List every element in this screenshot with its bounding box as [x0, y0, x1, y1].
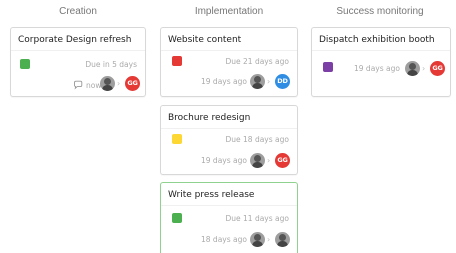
- label-color-red: [172, 56, 182, 66]
- assignee-badge[interactable]: GG: [275, 153, 290, 168]
- label-color-green: [20, 59, 30, 69]
- label-color-yellow: [172, 134, 182, 144]
- label-color-green: [172, 213, 182, 223]
- due-date: Due 11 days ago: [225, 214, 290, 223]
- divider: [161, 50, 297, 51]
- due-date: Due in 5 days: [85, 60, 137, 69]
- chevron-right-icon: ›: [117, 79, 121, 88]
- assignee-badge[interactable]: DD: [275, 74, 290, 89]
- activity-time: 19 days ago: [201, 156, 247, 165]
- chevron-right-icon: ›: [267, 156, 271, 165]
- card-brochure-redesign[interactable]: Brochure redesign Due 18 days ago 19 day…: [160, 105, 298, 175]
- assignee-badge[interactable]: GG: [125, 76, 140, 91]
- card-website-content[interactable]: Website content Due 21 days ago 19 days …: [160, 27, 298, 97]
- card-title: Corporate Design refresh: [18, 35, 132, 45]
- user-avatar[interactable]: [100, 76, 115, 91]
- user-avatar[interactable]: [250, 232, 265, 247]
- user-avatar[interactable]: [405, 61, 420, 76]
- divider: [11, 50, 145, 51]
- comment-icon[interactable]: [73, 80, 83, 90]
- user-avatar-secondary[interactable]: [275, 232, 290, 247]
- column-title-implementation: Implementation: [194, 6, 264, 17]
- due-date: Due 21 days ago: [225, 57, 290, 66]
- divider: [161, 205, 297, 206]
- label-color-purple: [323, 62, 333, 72]
- activity-time: 18 days ago: [201, 235, 247, 244]
- card-write-press-release[interactable]: Write press release Due 11 days ago 18 d…: [160, 182, 298, 253]
- card-title: Write press release: [168, 190, 255, 200]
- chevron-right-icon: ›: [267, 77, 271, 86]
- chevron-right-icon: ›: [422, 64, 426, 73]
- column-title-success-monitoring: Success monitoring: [336, 6, 424, 17]
- kanban-board: Creation Implementation Success monitori…: [0, 0, 456, 253]
- user-avatar[interactable]: [250, 153, 265, 168]
- activity-time: 19 days ago: [201, 77, 247, 86]
- card-title: Dispatch exhibition booth: [319, 35, 435, 45]
- user-avatar[interactable]: [250, 74, 265, 89]
- divider: [312, 50, 450, 51]
- chevron-right-icon: ›: [267, 235, 271, 244]
- card-dispatch-exhibition-booth[interactable]: Dispatch exhibition booth 19 days ago › …: [311, 27, 451, 97]
- due-date: Due 18 days ago: [225, 135, 290, 144]
- card-title: Brochure redesign: [168, 113, 251, 123]
- card-corporate-design-refresh[interactable]: Corporate Design refresh Due in 5 days n…: [10, 27, 146, 97]
- column-title-creation: Creation: [59, 6, 97, 17]
- divider: [161, 128, 297, 129]
- card-title: Website content: [168, 35, 242, 45]
- activity-time: 19 days ago: [354, 64, 400, 73]
- assignee-badge[interactable]: GG: [430, 61, 445, 76]
